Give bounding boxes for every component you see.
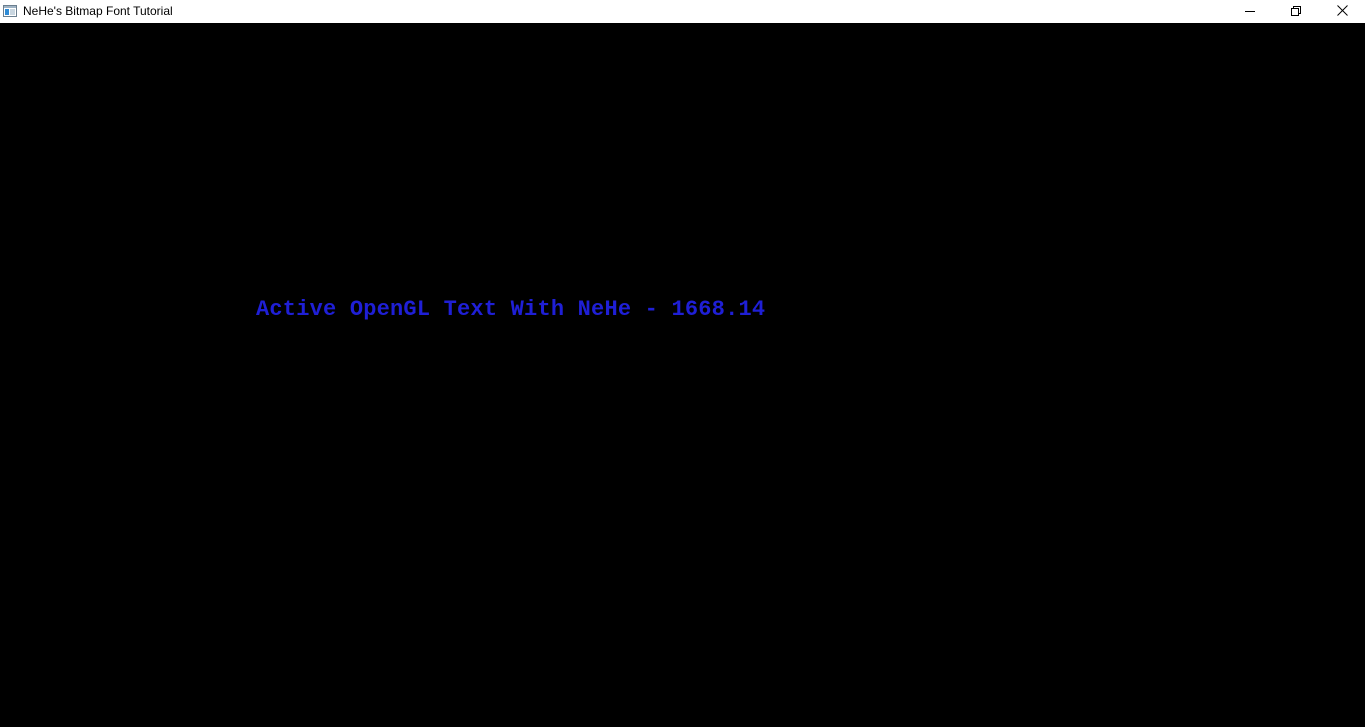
opengl-viewport[interactable]	[0, 23, 1365, 727]
close-button[interactable]	[1319, 0, 1365, 23]
close-icon	[1336, 3, 1348, 21]
app-window: NeHe's Bitmap Font Tutorial Active OpenG…	[0, 0, 1365, 727]
minimize-icon	[1245, 3, 1255, 21]
minimize-button[interactable]	[1227, 0, 1273, 23]
opengl-text: Active OpenGL Text With NeHe - 1668.14	[256, 297, 766, 322]
window-app-icon[interactable]	[3, 4, 17, 18]
restore-button[interactable]	[1273, 0, 1319, 23]
title-bar[interactable]: NeHe's Bitmap Font Tutorial	[0, 0, 1365, 23]
restore-icon	[1291, 3, 1301, 21]
window-title: NeHe's Bitmap Font Tutorial	[23, 4, 173, 18]
